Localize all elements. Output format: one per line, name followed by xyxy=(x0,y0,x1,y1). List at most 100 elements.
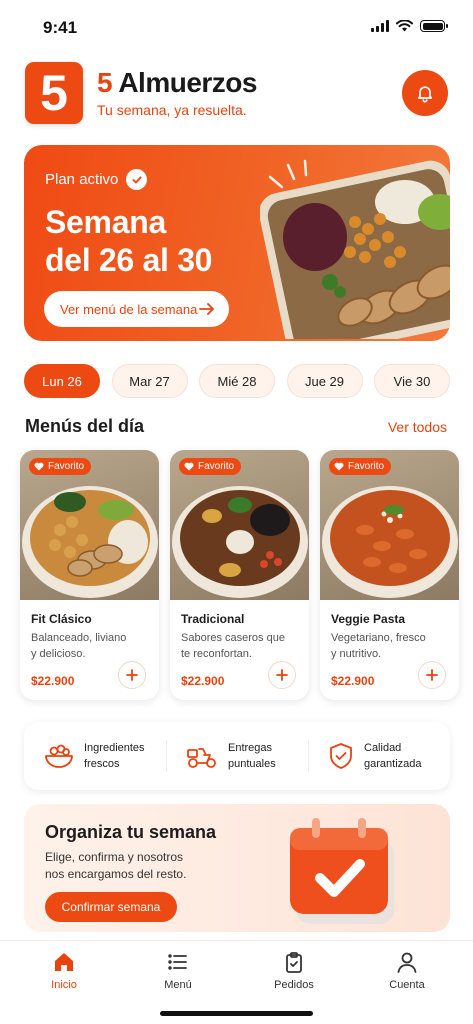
promo-title: Organiza tu semana xyxy=(45,822,217,842)
feature-label-line: Entregas xyxy=(228,742,273,754)
app-logo: 5 xyxy=(25,62,83,124)
meal-tray-image xyxy=(260,159,450,339)
menu-card-fit-clasico[interactable]: Favorito Fit Clásico Balanceado, liviano… xyxy=(20,450,159,700)
promo-text-line: nos encargamos del resto. xyxy=(45,867,187,881)
tab-menu[interactable]: Menú xyxy=(138,951,218,991)
tab-inicio[interactable]: Inicio xyxy=(24,951,104,991)
menu-description-line: y nutritivo. xyxy=(331,648,382,660)
feature-label: Calidad garantizada xyxy=(364,740,444,772)
list-icon xyxy=(168,954,187,970)
day-chip-jue[interactable]: Jue 29 xyxy=(286,364,363,398)
logo-number: 5 xyxy=(40,65,68,121)
feature-label-line: Calidad xyxy=(364,742,402,754)
status-bar: 9:41 xyxy=(0,0,473,56)
see-all-link[interactable]: Ver todos xyxy=(388,419,447,435)
menu-price: $22.900 xyxy=(31,674,75,688)
feature-label-line: Ingredientes xyxy=(84,742,145,754)
menu-name: Veggie Pasta xyxy=(331,612,406,626)
menu-card-tradicional[interactable]: Favorito Tradicional Sabores caseros que… xyxy=(170,450,309,700)
favorite-label: Favorito xyxy=(198,461,235,472)
bell-icon xyxy=(417,86,433,103)
plan-status: Plan activo xyxy=(45,169,148,190)
notifications-button[interactable] xyxy=(402,70,448,116)
features-strip: Ingredientes frescos Entregas puntuales … xyxy=(24,722,450,790)
week-title-line1: Semana xyxy=(45,204,166,240)
tab-label: Menú xyxy=(164,979,192,991)
promo-text-line: Elige, confirma y nosotros xyxy=(45,850,184,864)
favorite-label: Favorito xyxy=(348,461,385,472)
feature-label-line: puntuales xyxy=(228,758,276,770)
feature-quality-guaranteed: Calidad garantizada xyxy=(308,736,450,776)
tab-label: Inicio xyxy=(51,979,77,991)
salad-bowl-icon xyxy=(45,744,73,768)
add-to-cart-button[interactable] xyxy=(118,661,146,689)
menus-section-title: Menús del día xyxy=(25,416,145,436)
plus-icon xyxy=(276,669,288,681)
feature-label-line: frescos xyxy=(84,758,120,770)
favorite-badge: Favorito xyxy=(29,458,92,475)
clipboard-icon xyxy=(286,952,302,973)
brand-word: Almuerzos xyxy=(118,67,257,98)
status-icons xyxy=(371,20,448,32)
day-chip-mie[interactable]: Mié 28 xyxy=(199,364,275,398)
heart-icon xyxy=(34,462,44,471)
active-plan-banner: Plan activo Semana del 26 al 30 Ver menú… xyxy=(24,145,450,341)
menu-name: Fit Clásico xyxy=(31,612,92,626)
tab-cuenta[interactable]: Cuenta xyxy=(367,951,447,991)
tab-label: Cuenta xyxy=(389,979,425,991)
confirm-week-button[interactable]: Confirmar semana xyxy=(45,892,177,922)
favorite-label: Favorito xyxy=(48,461,85,472)
favorite-badge: Favorito xyxy=(179,458,242,475)
menu-description-line: y delicioso. xyxy=(31,648,86,660)
check-circle-icon xyxy=(126,169,148,190)
week-title: Semana del 26 al 30 xyxy=(45,203,212,279)
heart-icon xyxy=(334,462,344,471)
day-chip-vie[interactable]: Vie 30 xyxy=(374,364,450,398)
feature-fresh-ingredients: Ingredientes frescos xyxy=(24,736,166,776)
day-chip-lun[interactable]: Lun 26 xyxy=(24,364,100,398)
day-chip-mar[interactable]: Mar 27 xyxy=(111,364,188,398)
shield-check-icon xyxy=(330,743,352,769)
organize-week-card: Organiza tu semana Elige, confirma y nos… xyxy=(24,804,450,932)
menu-description-line: te reconfortan. xyxy=(181,648,252,660)
feature-punctual-delivery: Entregas puntuales xyxy=(166,736,308,776)
bottom-tab-bar: Inicio Menú Pedidos Cuenta xyxy=(0,940,473,1024)
home-indicator xyxy=(160,1011,313,1016)
menu-description-line: Balanceado, liviano xyxy=(31,632,127,644)
day-selector: Lun 26 Mar 27 Mié 28 Jue 29 Vie 30 xyxy=(24,364,450,398)
brand-tagline: Tu semana, ya resuelta. xyxy=(97,102,247,118)
brand-number: 5 xyxy=(97,67,113,98)
heart-icon xyxy=(184,462,194,471)
status-time: 9:41 xyxy=(43,18,78,37)
menu-card-veggie-pasta[interactable]: Favorito Veggie Pasta Vegetariano, fresc… xyxy=(320,450,459,700)
battery-icon xyxy=(420,20,448,32)
user-icon xyxy=(397,952,417,973)
tab-label: Pedidos xyxy=(274,979,314,991)
app-header: 5 5 Almuerzos Tu semana, ya resuelta. xyxy=(25,60,448,126)
menu-cards: Favorito Fit Clásico Balanceado, liviano… xyxy=(20,450,460,702)
menu-description: Sabores caseros que te reconfortan. xyxy=(181,630,293,662)
feature-label: Ingredientes frescos xyxy=(84,740,164,772)
menu-price: $22.900 xyxy=(181,674,225,688)
add-to-cart-button[interactable] xyxy=(418,661,446,689)
week-title-line2: del 26 al 30 xyxy=(45,242,213,278)
menus-section-header: Menús del día Ver todos xyxy=(25,416,447,438)
menu-description: Vegetariano, fresco y nutritivo. xyxy=(331,630,443,662)
brand-name: 5 Almuerzos xyxy=(97,67,257,99)
plus-icon xyxy=(126,669,138,681)
add-to-cart-button[interactable] xyxy=(268,661,296,689)
plus-icon xyxy=(426,669,438,681)
menu-name: Tradicional xyxy=(181,612,245,626)
favorite-badge: Favorito xyxy=(329,458,392,475)
promo-text: Elige, confirma y nosotros nos encargamo… xyxy=(45,849,235,883)
tab-pedidos[interactable]: Pedidos xyxy=(254,951,334,991)
feature-label-line: garantizada xyxy=(364,758,422,770)
arrow-right-icon xyxy=(199,303,214,315)
wifi-icon xyxy=(396,20,413,32)
menu-description: Balanceado, liviano y delicioso. xyxy=(31,630,143,662)
plan-status-label: Plan activo xyxy=(45,171,119,188)
feature-label: Entregas puntuales xyxy=(228,740,308,772)
view-week-menu-button[interactable]: Ver menú de la semana xyxy=(44,291,229,327)
menu-description-line: Sabores caseros que xyxy=(181,632,285,644)
scooter-icon xyxy=(187,748,216,768)
